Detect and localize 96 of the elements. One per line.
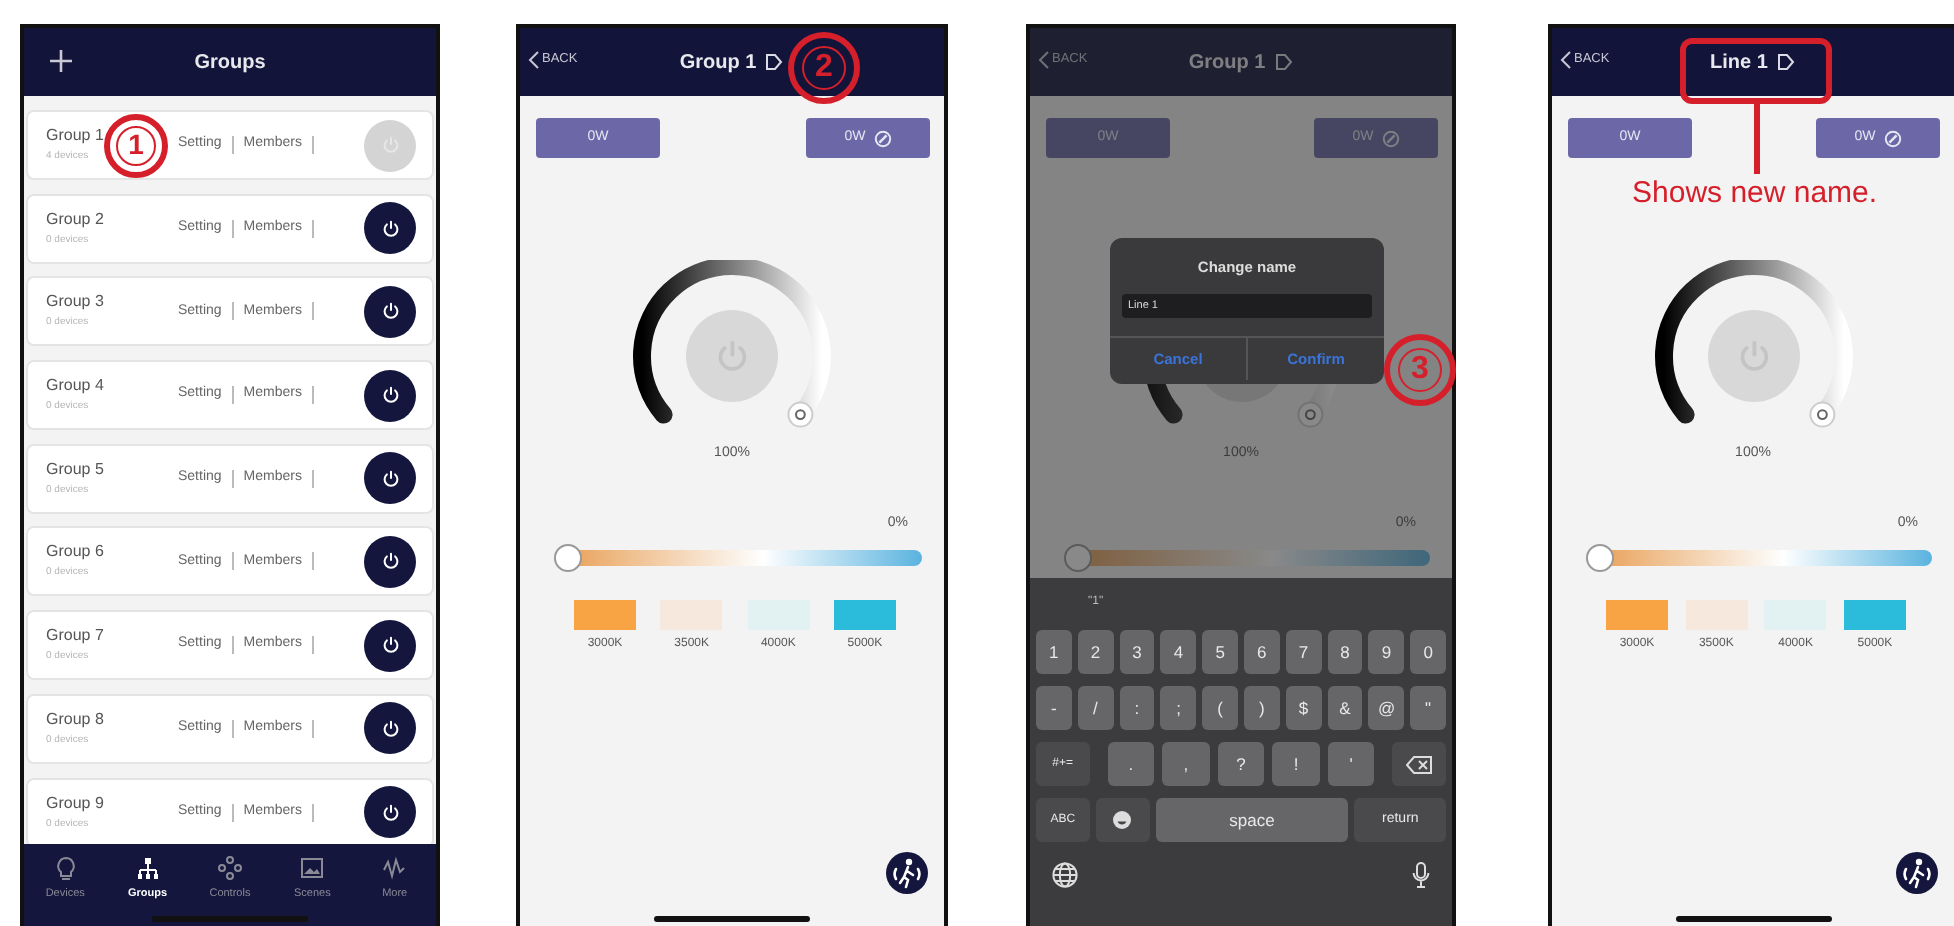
chevron-left-icon bbox=[528, 50, 540, 70]
screen-title: Group 1 bbox=[679, 49, 757, 77]
backspace-key[interactable] bbox=[1392, 742, 1447, 786]
color-temperature-slider[interactable] bbox=[1064, 544, 1430, 572]
globe-icon[interactable] bbox=[1052, 862, 1078, 888]
group-name: Group 6 bbox=[46, 544, 104, 561]
key[interactable]: @ bbox=[1368, 686, 1405, 730]
power-button[interactable] bbox=[364, 452, 416, 505]
key[interactable]: - bbox=[1036, 686, 1072, 730]
screen-title: Group 1 bbox=[1188, 49, 1266, 77]
key[interactable]: 5 bbox=[1202, 630, 1238, 674]
callout-text: Shows new name. bbox=[1632, 178, 1878, 211]
smiley-icon bbox=[1112, 810, 1133, 830]
bulb-icon bbox=[53, 856, 78, 880]
dial-knob[interactable] bbox=[787, 401, 814, 428]
group-name: Group 2 bbox=[46, 211, 104, 228]
walking-person-icon[interactable] bbox=[1896, 852, 1938, 894]
color-temperature-slider[interactable] bbox=[1586, 544, 1932, 572]
screen-title: Line 1 bbox=[1710, 49, 1768, 77]
key[interactable]: ( bbox=[1202, 686, 1238, 730]
power-button[interactable] bbox=[364, 202, 416, 255]
group-name: Group 5 bbox=[46, 461, 104, 478]
power-button[interactable] bbox=[364, 535, 416, 588]
microphone-icon[interactable] bbox=[1412, 862, 1430, 888]
key[interactable]: 2 bbox=[1077, 630, 1114, 674]
power-button[interactable] bbox=[364, 702, 416, 755]
key[interactable]: & bbox=[1327, 686, 1363, 730]
space-key[interactable]: space bbox=[1155, 798, 1349, 842]
key[interactable]: ? bbox=[1217, 742, 1265, 786]
image-icon bbox=[300, 856, 325, 880]
key[interactable]: : bbox=[1119, 686, 1155, 730]
group-name: Group 8 bbox=[46, 711, 104, 728]
hierarchy-icon bbox=[135, 856, 160, 880]
key[interactable]: 3 bbox=[1119, 630, 1155, 674]
power-button[interactable] bbox=[364, 369, 416, 422]
slider-thumb[interactable] bbox=[1064, 544, 1092, 572]
tag-icon[interactable] bbox=[1775, 52, 1796, 72]
group-name: Group 3 bbox=[46, 294, 104, 311]
power-icon bbox=[379, 717, 401, 740]
power-button[interactable] bbox=[364, 786, 416, 838]
power-icon bbox=[379, 634, 401, 657]
key[interactable]: 7 bbox=[1285, 630, 1322, 674]
key[interactable]: 8 bbox=[1327, 630, 1363, 674]
color-swatch[interactable] bbox=[574, 600, 636, 630]
plus-icon bbox=[48, 48, 74, 74]
power-icon bbox=[379, 801, 401, 823]
backspace-icon bbox=[1406, 755, 1433, 773]
power-icon bbox=[379, 384, 401, 407]
group-name: Group 7 bbox=[46, 628, 104, 645]
power-icon bbox=[379, 467, 401, 490]
power-icon bbox=[379, 217, 401, 240]
diamond-icon bbox=[217, 856, 242, 880]
dial-knob[interactable] bbox=[1296, 401, 1323, 428]
chevron-left-icon bbox=[1038, 50, 1050, 70]
color-swatch[interactable] bbox=[1843, 600, 1906, 630]
step-number: 2 bbox=[802, 46, 846, 90]
group-name: Group 9 bbox=[46, 795, 104, 811]
walking-person-icon[interactable] bbox=[886, 852, 928, 894]
wave-icon bbox=[382, 856, 407, 880]
key[interactable]: ! bbox=[1272, 742, 1320, 786]
power-icon bbox=[379, 550, 401, 573]
key[interactable]: 4 bbox=[1160, 630, 1197, 674]
key[interactable]: 9 bbox=[1368, 630, 1405, 674]
slashed-circle-icon bbox=[873, 129, 892, 147]
step-number: 1 bbox=[116, 126, 156, 166]
key[interactable]: ; bbox=[1160, 686, 1197, 730]
screen-title: Groups bbox=[194, 49, 266, 77]
key[interactable]: ' bbox=[1327, 742, 1375, 786]
dial-knob[interactable] bbox=[1808, 401, 1835, 428]
power-icon bbox=[379, 300, 401, 323]
power-button[interactable] bbox=[364, 619, 416, 672]
slider-thumb[interactable] bbox=[1586, 544, 1614, 572]
power-button[interactable] bbox=[364, 285, 416, 338]
key[interactable]: " bbox=[1410, 686, 1446, 730]
slashed-circle-icon bbox=[1883, 129, 1902, 147]
slashed-circle-icon bbox=[1381, 129, 1400, 147]
chevron-left-icon bbox=[1560, 50, 1572, 70]
key[interactable]: 0 bbox=[1410, 630, 1446, 674]
group-name: Group 1 bbox=[46, 128, 104, 144]
key[interactable]: 1 bbox=[1036, 630, 1072, 674]
slider-thumb[interactable] bbox=[554, 544, 582, 572]
color-swatch[interactable] bbox=[833, 600, 896, 630]
key[interactable]: $ bbox=[1285, 686, 1322, 730]
add-button[interactable] bbox=[48, 48, 74, 74]
step-number: 3 bbox=[1398, 348, 1442, 392]
color-swatch[interactable] bbox=[1606, 600, 1668, 630]
key[interactable]: , bbox=[1162, 742, 1210, 786]
key[interactable]: ) bbox=[1243, 686, 1280, 730]
group-name: Group 4 bbox=[46, 378, 104, 395]
key[interactable]: . bbox=[1107, 742, 1155, 786]
leader-line bbox=[1754, 104, 1760, 174]
color-temperature-slider[interactable] bbox=[554, 544, 922, 572]
key[interactable]: / bbox=[1077, 686, 1114, 730]
key[interactable]: 6 bbox=[1243, 630, 1280, 674]
tag-icon[interactable] bbox=[764, 52, 785, 72]
emoji-key[interactable] bbox=[1095, 798, 1150, 842]
